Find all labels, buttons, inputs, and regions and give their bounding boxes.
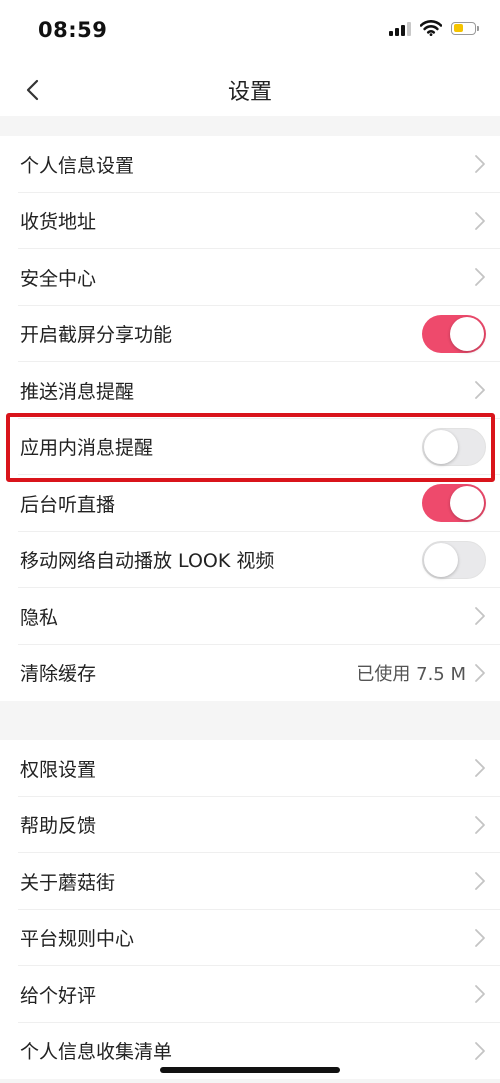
chevron-right-icon: [475, 381, 485, 400]
settings-row-label: 个人信息设置: [20, 154, 135, 177]
chevron-right-icon: [475, 985, 485, 1004]
status-icons: [389, 20, 479, 36]
settings-row-label: 个人信息收集清单: [20, 1041, 173, 1064]
settings-row-label: 后台听直播: [20, 493, 116, 516]
settings-row-label: 帮助反馈: [20, 815, 97, 838]
settings-row-label: 隐私: [20, 606, 59, 629]
toggle-knob: [450, 486, 484, 521]
chevron-right-icon: [475, 815, 485, 834]
settings-row-label: 开启截屏分享功能: [20, 324, 173, 347]
settings-row-label: 应用内消息提醒: [20, 437, 154, 460]
settings-row[interactable]: 收货地址: [0, 193, 500, 250]
settings-row[interactable]: 平台规则中心: [0, 910, 500, 967]
chevron-right-icon: [475, 759, 485, 778]
chevron-right-icon: [475, 155, 485, 174]
settings-row-label: 清除缓存: [20, 663, 97, 686]
settings-group-2: 权限设置帮助反馈关于蘑菇街平台规则中心 给个好评个人信息收集清单: [0, 740, 500, 1079]
settings-row[interactable]: 推送消息提醒: [0, 362, 500, 419]
settings-row[interactable]: 关于蘑菇街: [0, 853, 500, 910]
toggle-switch[interactable]: [422, 540, 486, 579]
settings-row-label: 给个好评: [20, 984, 97, 1007]
settings-row-label: 关于蘑菇街: [20, 871, 116, 894]
settings-group-1: 个人信息设置 收货地址安全中心开启截屏分享功能 推送消息提醒 应用内消息提醒 后台听直播…: [0, 136, 500, 701]
settings-row-label: 平台规则中心: [20, 928, 135, 951]
settings-row-label: 推送消息提醒: [20, 380, 135, 403]
settings-row-label: 权限设置: [20, 758, 97, 781]
cellular-signal-icon: [389, 21, 411, 36]
settings-row-label: 安全中心: [20, 267, 97, 290]
toggle-knob: [424, 429, 458, 464]
chevron-right-icon: [475, 607, 485, 626]
chevron-right-icon: [475, 872, 485, 891]
settings-row[interactable]: 帮助反馈: [0, 797, 500, 854]
toggle-switch[interactable]: [422, 484, 486, 523]
status-bar: 08:59: [0, 0, 500, 62]
nav-bar: 设置: [0, 62, 500, 116]
page-title: 设置: [227, 80, 272, 105]
toggle-knob: [424, 542, 458, 577]
settings-row[interactable]: 权限设置: [0, 740, 500, 797]
settings-row[interactable]: 隐私: [0, 588, 500, 645]
battery-icon: [451, 21, 479, 35]
settings-row[interactable]: 个人信息设置: [0, 136, 500, 193]
chevron-right-icon: [475, 1041, 485, 1060]
settings-row[interactable]: 清除缓存 已使用 7.5 M: [0, 645, 500, 702]
toggle-switch[interactable]: [422, 427, 486, 466]
toggle-switch[interactable]: [422, 314, 486, 353]
wifi-icon: [420, 20, 442, 36]
chevron-right-icon: [475, 268, 485, 287]
home-indicator: [160, 1067, 340, 1073]
settings-row-label: 收货地址: [20, 211, 97, 234]
status-time: 08:59: [38, 18, 108, 42]
chevron-right-icon: [475, 663, 485, 682]
settings-row-value: 已使用 7.5 M: [356, 663, 466, 685]
toggle-knob: [450, 316, 484, 351]
settings-row-toggle[interactable]: 后台听直播: [0, 475, 500, 532]
chevron-right-icon: [475, 928, 485, 947]
settings-row-label: 移动网络自动播放 LOOK 视频: [20, 550, 275, 573]
settings-row-toggle[interactable]: 移动网络自动播放 LOOK 视频: [0, 532, 500, 589]
settings-row-toggle[interactable]: 应用内消息提醒: [0, 419, 500, 476]
settings-row-toggle[interactable]: 开启截屏分享功能: [0, 306, 500, 363]
settings-row[interactable]: 安全中心: [0, 249, 500, 306]
settings-row[interactable]: 给个好评: [0, 966, 500, 1023]
chevron-right-icon: [475, 211, 485, 230]
